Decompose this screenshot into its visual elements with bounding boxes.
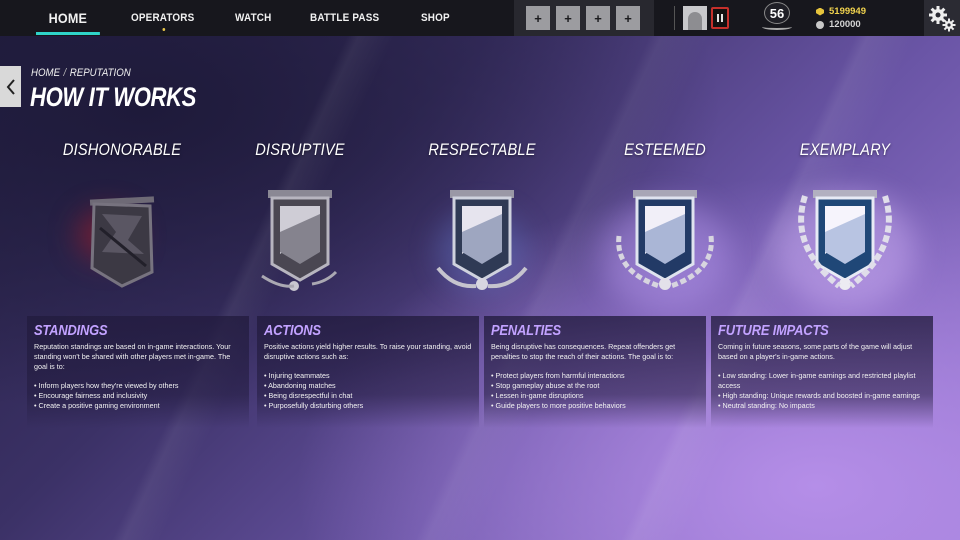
renown-icon: [816, 20, 824, 29]
divider: [674, 6, 675, 30]
breadcrumb-home[interactable]: HOME: [31, 67, 60, 79]
invite-slot-2[interactable]: +: [556, 6, 580, 30]
tier-disruptive: DISRUPTIVE: [215, 140, 385, 291]
nav-operators-label: OPERATORS: [130, 12, 195, 24]
nav-battle-pass[interactable]: BATTLE PASS: [310, 0, 379, 36]
main-nav: HOME OPERATORS WATCH BATTLE PASS SHOP: [0, 0, 487, 36]
list-item: Stop gameplay abuse at the root: [491, 381, 699, 391]
panel-description: Reputation standings are based on in-gam…: [34, 342, 231, 371]
settings-button[interactable]: [924, 0, 960, 36]
tier-exemplary: EXEMPLARY: [760, 140, 930, 310]
panel-list: Low standing: Lower in-game earnings and…: [718, 371, 926, 411]
tier-respectable: RESPECTABLE: [397, 140, 567, 290]
list-item: High standing: Unique rewards and booste…: [718, 391, 926, 401]
esteemed-badge-icon: [616, 190, 714, 290]
list-item: Protect players from harmful interaction…: [491, 371, 699, 381]
nav-shop-label: SHOP: [420, 12, 450, 24]
nav-home-label: HOME: [48, 10, 88, 26]
panel-future-impacts: FUTURE IMPACTS Coming in future seasons,…: [711, 316, 933, 428]
list-item: Abandoning matches: [264, 381, 472, 391]
panel-list: Inform players how they're viewed by oth…: [34, 381, 242, 411]
nav-battle-pass-label: BATTLE PASS: [309, 12, 380, 24]
panel-title: STANDINGS: [34, 322, 108, 339]
nav-operators[interactable]: OPERATORS: [131, 0, 194, 36]
renown-amount: 120000: [829, 19, 861, 30]
chevron-left-icon: [6, 78, 15, 95]
list-item: Low standing: Lower in-game earnings and…: [718, 371, 926, 391]
list-item: Encourage fairness and inclusivity: [34, 391, 242, 401]
nav-watch-label: WATCH: [235, 12, 272, 24]
tier-name: EXEMPLARY: [799, 140, 891, 159]
list-item: Purposefully disturbing others: [264, 401, 472, 411]
panel-list: Injuring teammates Abandoning matches Be…: [264, 371, 472, 411]
list-item: Create a positive gaming environment: [34, 401, 242, 411]
panel-penalties: PENALTIES Being disruptive has consequen…: [484, 316, 706, 428]
list-item: Being disrespectful in chat: [264, 391, 472, 401]
list-item: Inform players how they're viewed by oth…: [34, 381, 242, 391]
squad-area: + + + +: [514, 0, 729, 36]
panel-standings: STANDINGS Reputation standings are based…: [27, 316, 249, 428]
breadcrumb: HOME / REPUTATION: [31, 67, 131, 79]
level-number: 56: [764, 2, 790, 24]
breadcrumb-separator: /: [63, 67, 67, 79]
breadcrumb-reputation: REPUTATION: [69, 67, 131, 79]
tier-name: RESPECTABLE: [428, 140, 536, 159]
nav-shop[interactable]: SHOP: [421, 0, 450, 36]
panel-description: Coming in future seasons, some parts of …: [718, 342, 913, 361]
dishonorable-badge-icon: [89, 196, 155, 288]
list-item: Neutral standing: No impacts: [718, 401, 926, 411]
list-item: Lessen in-game disruptions: [491, 391, 699, 401]
panel-list: Protect players from harmful interaction…: [491, 371, 699, 411]
panel-title: PENALTIES: [491, 322, 561, 339]
invite-slot-1[interactable]: +: [526, 6, 550, 30]
credits-amount: 5199949: [829, 6, 866, 17]
tier-name: DISHONORABLE: [62, 140, 182, 159]
currency-panel[interactable]: 5199949 120000: [816, 5, 866, 31]
invite-slot-3[interactable]: +: [586, 6, 610, 30]
nav-home[interactable]: HOME: [36, 0, 100, 36]
laurel-wings-icon: [762, 24, 792, 30]
gear-icon: [929, 6, 956, 32]
nav-watch[interactable]: WATCH: [235, 0, 271, 36]
top-bar: HOME OPERATORS WATCH BATTLE PASS SHOP + …: [0, 0, 960, 36]
back-button[interactable]: [0, 66, 21, 107]
tier-name: ESTEEMED: [624, 140, 706, 159]
squad-slots: + + + +: [514, 0, 654, 36]
tier-esteemed: ESTEEMED: [580, 140, 750, 310]
disruptive-badge-icon: [261, 190, 338, 291]
page-title: HOW IT WORKS: [30, 82, 197, 112]
panel-title: ACTIONS: [264, 322, 321, 339]
invite-slot-4[interactable]: +: [616, 6, 640, 30]
player-level[interactable]: 56: [760, 2, 794, 34]
panel-actions: ACTIONS Positive actions yield higher re…: [257, 316, 479, 428]
list-item: Injuring teammates: [264, 371, 472, 381]
tier-dishonorable: DISHONORABLE: [37, 140, 207, 288]
panel-description: Positive actions yield higher results. T…: [264, 342, 472, 361]
notification-dot: [162, 28, 166, 31]
panel-description: Being disruptive has consequences. Repea…: [491, 342, 676, 361]
tier-name: DISRUPTIVE: [255, 140, 345, 159]
panel-title: FUTURE IMPACTS: [718, 322, 829, 339]
respectable-badge-icon: [436, 190, 528, 290]
squad-badge-icon[interactable]: [711, 7, 729, 29]
player-avatar[interactable]: [683, 6, 707, 30]
exemplary-badge-icon: [798, 190, 892, 290]
r6-credits-icon: [816, 7, 824, 16]
list-item: Guide players to more positive behaviors: [491, 401, 699, 411]
